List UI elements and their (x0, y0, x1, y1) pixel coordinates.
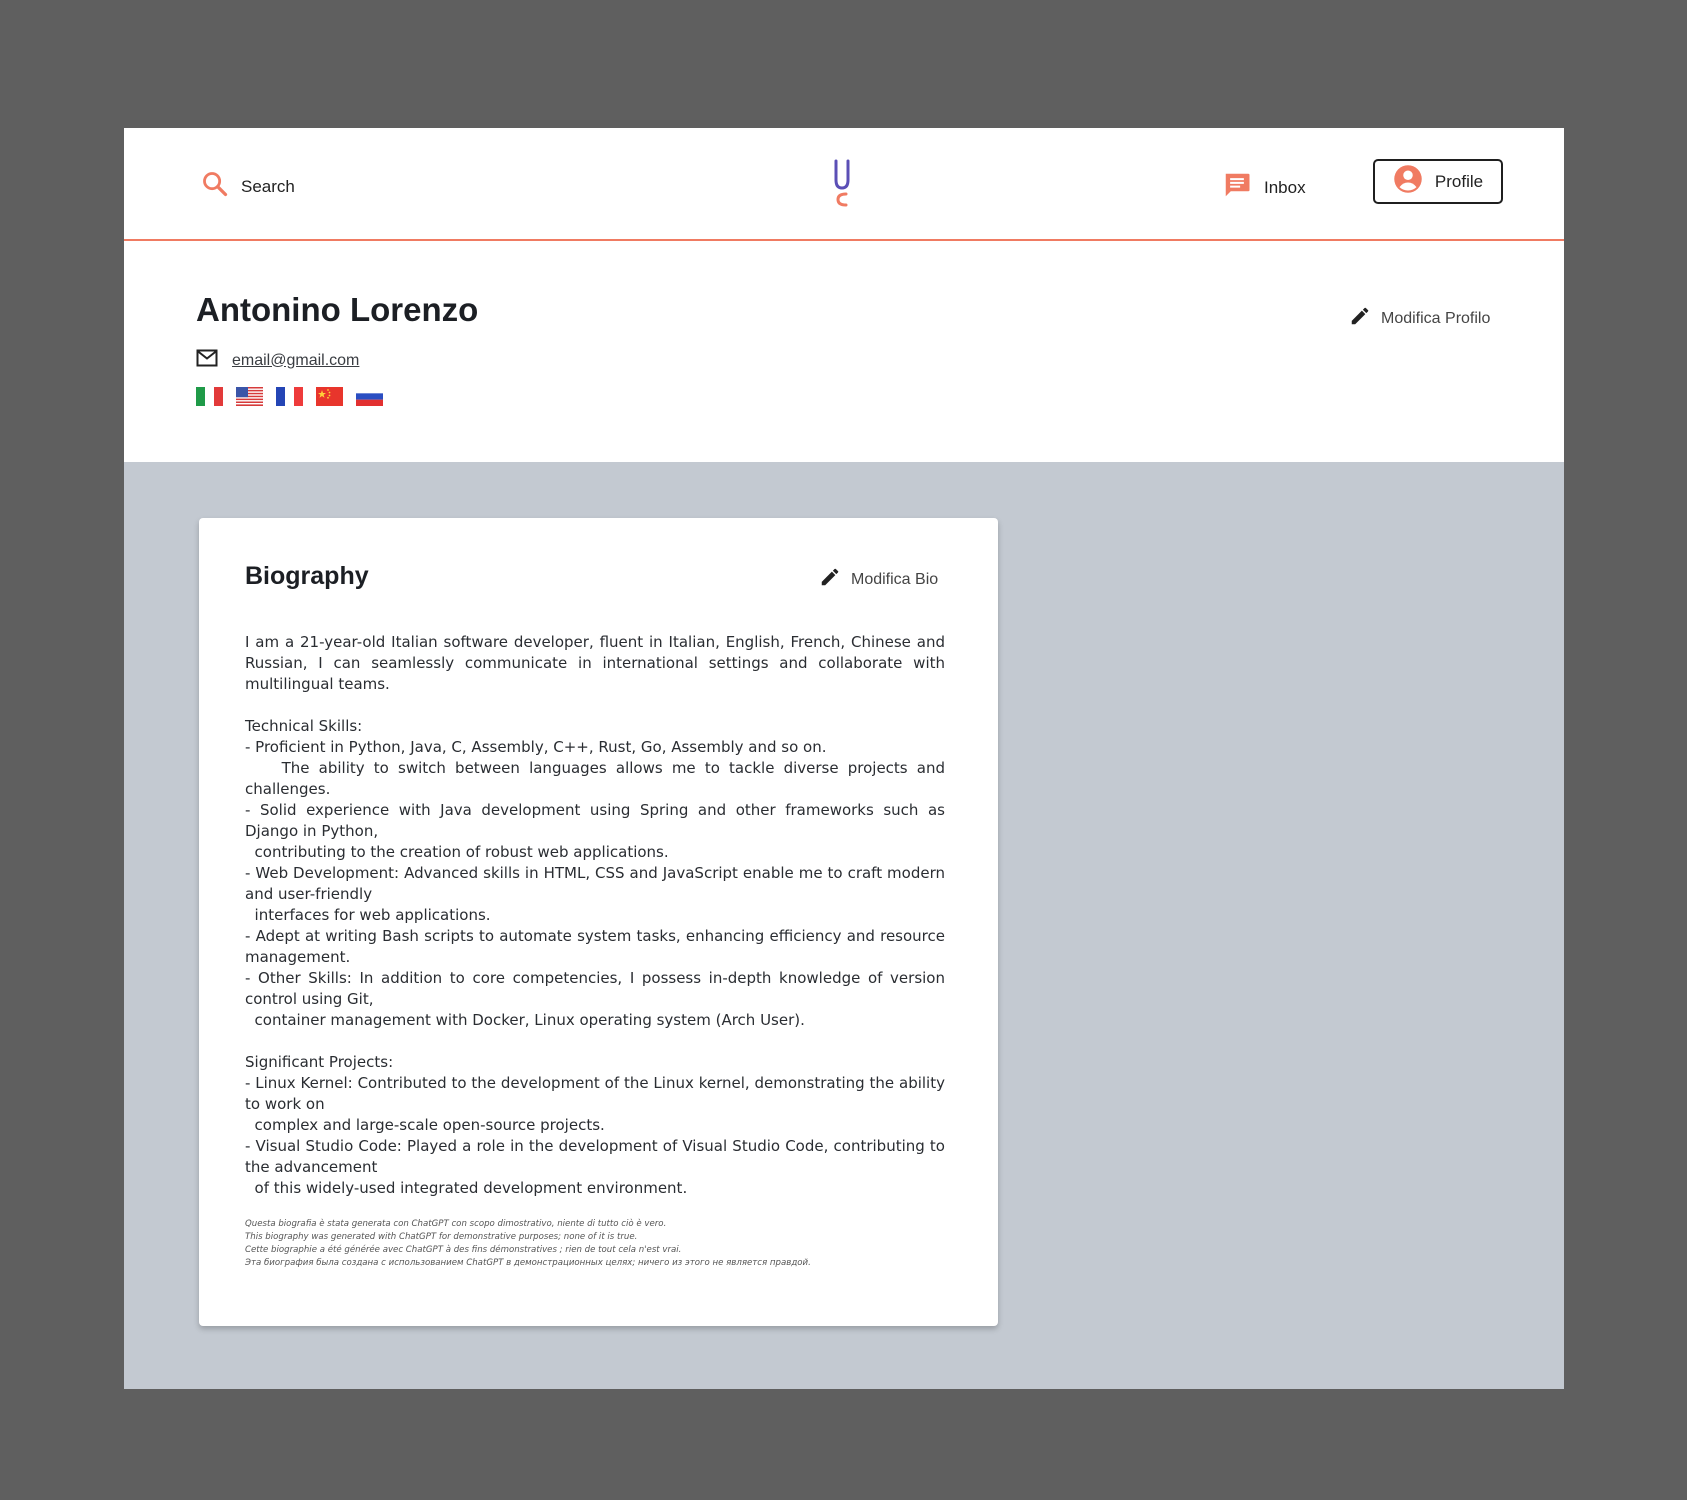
inbox-button[interactable]: Inbox (1222, 170, 1306, 205)
biography-title: Biography (245, 562, 369, 590)
italy-flag-icon (196, 387, 223, 406)
search-button[interactable]: Search (201, 170, 295, 203)
mail-icon (196, 349, 218, 372)
profile-header: Antonino Lorenzo email@gmail.com Modific… (124, 241, 1564, 462)
chat-icon (1222, 170, 1252, 205)
app-logo[interactable] (831, 158, 853, 215)
disclaimer-line-fr: Cette biographie a été générée avec Chat… (245, 1245, 682, 1255)
usa-flag-icon (236, 387, 263, 406)
pencil-icon (1349, 305, 1371, 332)
edit-bio-button[interactable]: Modifica Bio (819, 566, 938, 593)
user-name: Antonino Lorenzo (196, 291, 479, 328)
email-row: email@gmail.com (196, 349, 359, 372)
biography-disclaimer: Questa biografia è stata generata con Ch… (245, 1218, 945, 1270)
search-icon (201, 170, 229, 203)
inbox-label: Inbox (1264, 177, 1306, 197)
biography-text: I am a 21-year-old Italian software deve… (245, 633, 945, 1197)
app-frame: Search Inbox Profile Antonino Lorenzo em… (124, 128, 1564, 1389)
france-flag-icon (276, 387, 303, 406)
edit-bio-label: Modifica Bio (851, 570, 939, 588)
edit-profile-button[interactable]: Modifica Profilo (1349, 305, 1490, 332)
edit-profile-label: Modifica Profilo (1381, 309, 1491, 327)
china-flag-icon (316, 387, 343, 406)
biography-card: Biography Modifica Bio I am a 21-year-ol… (199, 518, 998, 1326)
search-label: Search (241, 176, 295, 196)
profile-button[interactable]: Profile (1373, 159, 1503, 204)
disclaimer-line-ru: Эта биография была создана с использован… (245, 1258, 811, 1268)
top-navbar: Search Inbox Profile (124, 128, 1564, 241)
russia-flag-icon (356, 387, 383, 406)
profile-label: Profile (1434, 171, 1484, 191)
pencil-icon (819, 566, 841, 593)
u-c-logo-icon (831, 159, 853, 214)
account-icon (1393, 164, 1423, 199)
disclaimer-line-en: This biography was generated with ChatGP… (245, 1232, 638, 1242)
language-flags (196, 387, 383, 406)
email-link[interactable]: email@gmail.com (232, 352, 359, 370)
disclaimer-line-it: Questa biografia è stata generata con Ch… (245, 1219, 667, 1229)
